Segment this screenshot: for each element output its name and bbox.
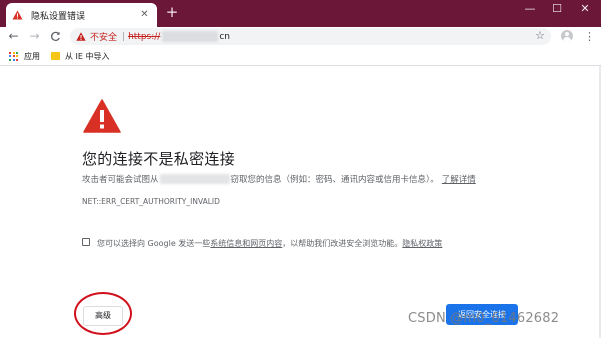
bookmark-import-ie-label: 从 IE 中导入 [65, 51, 110, 61]
not-secure-label[interactable]: 不安全 [90, 30, 117, 43]
red-circle-annotation [74, 292, 132, 335]
page-title: 您的连接不是私密连接 [82, 150, 236, 168]
privacy-error-page: 您的连接不是私密连接 攻击者可能会试图从 窃取您的信息（例如：密码、通讯内容或信… [0, 67, 601, 338]
menu-icon[interactable]: ⋮ [584, 29, 595, 44]
tab-strip: 隐私设置错误 ✕ + — ☐ ✕ [0, 0, 601, 27]
not-secure-warning-icon[interactable] [76, 32, 86, 41]
browser-toolbar: ← → 不安全 | https:// cn ☆ ⋮ [0, 27, 601, 46]
system-info-link[interactable]: 系统信息和网页内容 [210, 239, 282, 248]
maximize-window-button[interactable]: ☐ [549, 3, 565, 15]
address-bar[interactable]: 不安全 | https:// cn [70, 28, 551, 45]
close-window-button[interactable]: ✕ [577, 3, 593, 15]
active-tab[interactable]: 隐私设置错误 ✕ [6, 3, 157, 27]
profile-avatar[interactable] [561, 30, 573, 42]
warning-favicon-icon [12, 10, 23, 20]
bookmark-import-ie[interactable]: 从 IE 中导入 [51, 50, 110, 62]
optin-middle: ，以帮助我们改进安全浏览功能。 [282, 239, 403, 248]
tab-title: 隐私设置错误 [31, 11, 86, 22]
bookmark-apps-label: 应用 [24, 51, 40, 61]
url-scheme: https:// [128, 31, 161, 42]
bookmark-star-icon[interactable]: ☆ [534, 30, 546, 42]
minimize-window-button[interactable]: — [522, 3, 538, 15]
redacted-host [159, 174, 230, 184]
learn-more-link[interactable]: 了解详情 [442, 173, 476, 185]
reload-button[interactable] [48, 29, 63, 44]
forward-button[interactable]: → [27, 29, 42, 44]
description-prefix: 攻击者可能会试图从 [82, 175, 159, 185]
optin-prefix: 您可以选择向 Google 发送一些 [97, 239, 211, 248]
browser-window: 隐私设置错误 ✕ + — ☐ ✕ ← → 不安全 | https:// cn ☆… [0, 0, 601, 338]
url-tail: cn [219, 31, 230, 42]
tab-close-icon[interactable]: ✕ [138, 8, 151, 21]
csdn-watermark: CSDN @m0_61462682 [408, 311, 560, 326]
optin-text: 您可以选择向 Google 发送一些系统信息和网页内容，以帮助我们改进安全浏览功… [97, 236, 482, 252]
folder-icon [51, 52, 60, 60]
warning-triangle-icon [83, 99, 121, 133]
error-description: 攻击者可能会试图从 窃取您的信息（例如：密码、通讯内容或信用卡信息）。 了解详情 [82, 173, 476, 185]
bookmark-apps[interactable]: 应用 [9, 50, 40, 62]
error-code: NET::ERR_CERT_AUTHORITY_INVALID [82, 197, 220, 206]
bookmarks-bar: 应用 从 IE 中导入 [0, 46, 601, 66]
url-redacted [162, 31, 219, 42]
back-button[interactable]: ← [6, 29, 21, 44]
description-suffix: 窃取您的信息（例如：密码、通讯内容或信用卡信息）。 [230, 175, 439, 185]
apps-grid-icon [9, 51, 18, 61]
optin-checkbox[interactable] [82, 238, 90, 246]
url-separator: | [122, 31, 126, 42]
new-tab-button[interactable]: + [164, 4, 180, 20]
privacy-policy-link[interactable]: 隐私权政策 [402, 239, 442, 248]
